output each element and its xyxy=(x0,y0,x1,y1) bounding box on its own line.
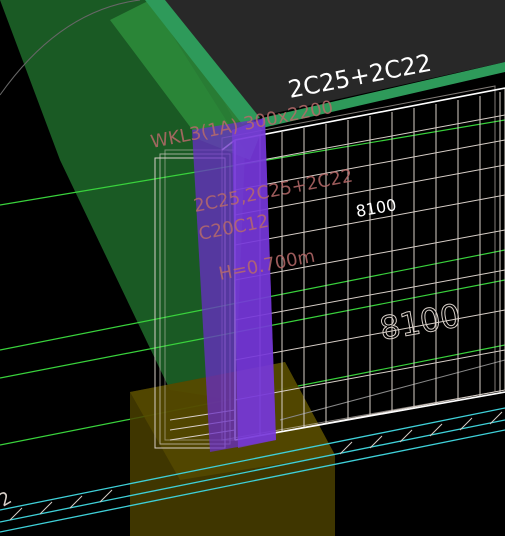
column-purple-face xyxy=(232,118,276,448)
3d-model-viewport[interactable]: WKL3(1A) 300x2200 2C25,2C25+2C22 C20C12 … xyxy=(0,0,505,536)
model-canvas[interactable]: WKL3(1A) 300x2200 2C25,2C25+2C22 C20C12 … xyxy=(0,0,505,536)
beam-span-label-large: 8100 xyxy=(377,296,464,348)
beam-span-label: 8100 xyxy=(354,195,397,221)
